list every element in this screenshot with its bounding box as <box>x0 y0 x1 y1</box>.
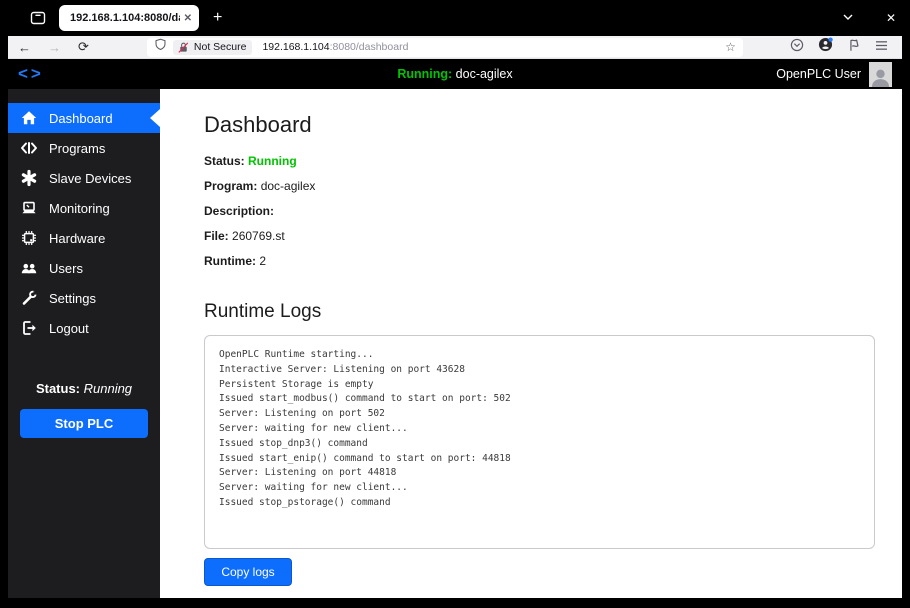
sidebar-item-label: Logout <box>49 320 89 336</box>
reload-button[interactable]: ⟳ <box>78 39 89 55</box>
runtime-logs-box[interactable]: OpenPLC Runtime starting... Interactive … <box>204 335 875 549</box>
stop-plc-button[interactable]: Stop PLC <box>20 409 148 438</box>
sidebar: Dashboard Programs Slave Devices Monitor… <box>8 89 160 598</box>
browser-tab[interactable]: 192.168.1.104:8080/dash ✕ <box>59 5 199 31</box>
sidebar-item-slave-devices[interactable]: Slave Devices <box>8 163 160 193</box>
runtime-logs-text: OpenPLC Runtime starting... Interactive … <box>219 349 511 508</box>
app-header: <> Running: doc-agilex OpenPLC User <box>8 59 902 89</box>
sidebar-item-label: Users <box>49 260 83 276</box>
info-runtime: Runtime: 2 <box>204 254 267 268</box>
users-icon <box>20 259 38 277</box>
browser-nav-bar: ← → ⟳ Not Secure 192.168.1.104:8080/dash… <box>8 36 902 59</box>
main-content: Dashboard Status: Running Program: doc-a… <box>160 89 902 598</box>
forward-button[interactable]: → <box>48 40 61 55</box>
sidebar-item-programs[interactable]: Programs <box>8 133 160 163</box>
info-file: File: 260769.st <box>204 229 285 243</box>
page-title: Dashboard <box>204 112 312 137</box>
sidebar-item-label: Slave Devices <box>49 170 132 186</box>
header-status: Running: doc-agilex <box>397 67 513 81</box>
tab-title: 192.168.1.104:8080/dash <box>70 12 180 24</box>
sidebar-item-settings[interactable]: Settings <box>8 283 160 313</box>
account-icon[interactable] <box>818 37 833 57</box>
browser-tab-bar: 192.168.1.104:8080/dash ✕ + ✕ <box>0 0 910 36</box>
home-icon <box>20 109 38 127</box>
sidebar-plc-status: Status: Running <box>35 381 133 396</box>
runtime-logs-title: Runtime Logs <box>204 301 322 322</box>
url-bar[interactable]: Not Secure 192.168.1.104:8080/dashboard … <box>146 37 743 57</box>
extension-flag-icon[interactable] <box>847 38 861 57</box>
tab-close-icon[interactable]: ✕ <box>184 13 192 24</box>
copy-logs-button[interactable]: Copy logs <box>204 558 292 586</box>
sidebar-item-hardware[interactable]: Hardware <box>8 223 160 253</box>
sidebar-item-users[interactable]: Users <box>8 253 160 283</box>
window-close-icon[interactable]: ✕ <box>886 11 896 25</box>
shield-icon[interactable] <box>154 38 167 56</box>
sidebar-item-label: Monitoring <box>49 200 110 216</box>
pocket-icon[interactable] <box>790 38 804 57</box>
logout-icon <box>20 319 38 337</box>
info-status: Status: Running <box>204 154 297 168</box>
sidebar-item-logout[interactable]: Logout <box>8 313 160 343</box>
code-icon <box>20 139 38 157</box>
bookmark-star-icon[interactable]: ☆ <box>725 40 736 54</box>
not-secure-indicator[interactable]: Not Secure <box>172 39 253 55</box>
menu-hamburger-icon[interactable] <box>875 38 888 56</box>
asterisk-knot-icon <box>20 169 38 187</box>
sidebar-item-label: Programs <box>49 140 106 156</box>
sidebar-item-monitoring[interactable]: Monitoring <box>8 193 160 223</box>
sidebar-item-label: Hardware <box>49 230 106 246</box>
url-text: 192.168.1.104:8080/dashboard <box>262 41 409 53</box>
laptop-icon <box>20 199 38 217</box>
info-program: Program: doc-agilex <box>204 179 316 193</box>
tab-list-chevron-icon[interactable] <box>842 11 854 26</box>
back-button[interactable]: ← <box>18 40 31 55</box>
chip-icon <box>20 229 38 247</box>
sidebar-item-dashboard[interactable]: Dashboard <box>8 103 160 133</box>
sidebar-item-label: Settings <box>49 290 96 306</box>
new-tab-button[interactable]: + <box>213 9 222 27</box>
sidebar-item-label: Dashboard <box>49 110 113 126</box>
info-description: Description: <box>204 204 275 218</box>
not-secure-label: Not Secure <box>193 41 247 53</box>
lock-crossed-icon <box>178 41 189 53</box>
firefox-view-icon[interactable] <box>30 10 46 26</box>
wrench-icon <box>20 289 38 307</box>
